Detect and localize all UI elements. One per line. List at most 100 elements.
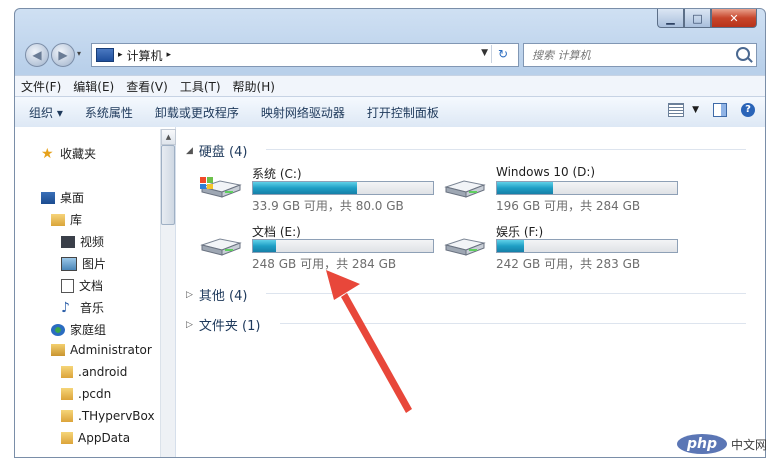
nav-folder-android[interactable]: .android (61, 365, 127, 379)
capacity-fill (253, 240, 277, 252)
forward-button[interactable]: ▶ (51, 43, 75, 67)
navigation-pane: ★ 收藏夹 桌面 库 视频 图片 文档 ♪ 音乐 家庭组 Administrat… (15, 127, 176, 457)
hard-drive-icon (442, 177, 488, 199)
forward-arrow-icon: ▶ (58, 48, 68, 62)
music-icon: ♪ (61, 299, 70, 316)
scrollbar-thumb[interactable] (161, 145, 175, 225)
command-bar: 组织 ▾ 系统属性 卸载或更改程序 映射网络驱动器 打开控制面板 ▼ ? (15, 96, 765, 128)
breadcrumb-separator-icon[interactable]: ▸ (167, 50, 172, 60)
nav-libraries[interactable]: 库 (51, 211, 82, 228)
nav-music[interactable]: ♪ 音乐 (61, 299, 104, 316)
title-bar[interactable]: ▁ □ ✕ (15, 9, 765, 39)
folder-icon (61, 366, 73, 378)
group-divider (266, 293, 746, 294)
maximize-button[interactable]: □ (684, 9, 711, 28)
capacity-bar (252, 181, 434, 195)
address-dropdown-icon[interactable]: ▼ (481, 48, 488, 58)
watermark-text: 中文网 (730, 437, 767, 452)
menu-view[interactable]: 查看(V) (126, 78, 168, 95)
capacity-fill (253, 182, 358, 194)
drive-c[interactable]: 系统 (C:) 33.9 GB 可用，共 80.0 GB (198, 165, 434, 215)
drive-f[interactable]: 娱乐 (F:) 242 GB 可用，共 283 GB (442, 223, 678, 273)
drive-name: Windows 10 (D:) (496, 165, 596, 179)
video-icon (61, 235, 75, 248)
star-icon: ★ (41, 145, 54, 162)
map-network-drive-button[interactable]: 映射网络驱动器 (261, 104, 345, 121)
preview-pane-icon[interactable] (713, 103, 727, 117)
address-bar[interactable]: ▸ 计算机 ▸ ▼ ↻ (91, 43, 519, 67)
drive-d[interactable]: Windows 10 (D:) 196 GB 可用，共 284 GB (442, 165, 678, 215)
group-hard-drives[interactable]: ◢ 硬盘 (4) (186, 141, 247, 160)
group-folders[interactable]: ▷ 文件夹 (1) (186, 315, 260, 334)
folder-icon (61, 432, 73, 444)
capacity-bar (496, 181, 678, 195)
system-drive-icon (198, 177, 244, 199)
folder-icon (61, 410, 73, 422)
view-dropdown-icon[interactable]: ▼ (692, 105, 699, 115)
nav-scrollbar[interactable]: ▲ (160, 129, 176, 457)
capacity-bar (252, 239, 434, 253)
address-row: ◀ ▶ ▾ ▸ 计算机 ▸ ▼ ↻ (15, 39, 765, 73)
expand-arrow-icon[interactable]: ▷ (186, 290, 193, 300)
capacity-fill (497, 182, 553, 194)
content-pane: ◢ 硬盘 (4) 系统 (C:) 33.9 GB 可用，共 80.0 GB Wi… (176, 127, 765, 457)
help-icon[interactable]: ? (741, 103, 755, 117)
scroll-up-icon[interactable]: ▲ (161, 129, 176, 145)
drive-name: 文档 (E:) (252, 225, 301, 239)
drive-free-space: 242 GB 可用，共 283 GB (496, 257, 641, 271)
nav-documents[interactable]: 文档 (61, 277, 103, 294)
capacity-bar (496, 239, 678, 253)
system-properties-button[interactable]: 系统属性 (85, 104, 133, 121)
document-icon (61, 278, 74, 293)
uninstall-program-button[interactable]: 卸载或更改程序 (155, 104, 239, 121)
homegroup-icon (51, 323, 65, 336)
nav-desktop[interactable]: 桌面 (41, 189, 84, 206)
capacity-fill (497, 240, 524, 252)
nav-folder-pcdn[interactable]: .pcdn (61, 387, 111, 401)
drive-e[interactable]: 文档 (E:) 248 GB 可用，共 284 GB (198, 223, 434, 273)
change-view-icon[interactable] (668, 103, 685, 117)
nav-user-folder[interactable]: Administrator (51, 343, 152, 357)
breadcrumb-separator-icon[interactable]: ▸ (118, 50, 123, 60)
minimize-button[interactable]: ▁ (657, 9, 684, 28)
library-icon (51, 213, 65, 226)
organize-button[interactable]: 组织 ▾ (29, 104, 63, 121)
search-icon[interactable] (736, 47, 750, 61)
drive-free-space: 33.9 GB 可用，共 80.0 GB (252, 199, 404, 213)
open-control-panel-button[interactable]: 打开控制面板 (367, 104, 439, 121)
menu-tools[interactable]: 工具(T) (180, 78, 221, 95)
php-logo: php (676, 434, 727, 454)
expand-arrow-icon[interactable]: ▷ (186, 320, 193, 330)
menu-bar: 文件(F) 编辑(E) 查看(V) 工具(T) 帮助(H) (15, 75, 765, 96)
recent-pages-dropdown-icon[interactable]: ▾ (77, 49, 81, 58)
nav-homegroup[interactable]: 家庭组 (51, 321, 106, 338)
explorer-window: ▁ □ ✕ ◀ ▶ ▾ ▸ 计算机 ▸ ▼ ↻ 文件(F) 编辑(E) 查看(V… (14, 8, 766, 458)
refresh-icon[interactable]: ↻ (491, 45, 514, 63)
picture-icon (61, 256, 77, 271)
group-divider (266, 149, 746, 150)
collapse-arrow-icon[interactable]: ◢ (186, 146, 193, 156)
folder-icon (61, 388, 73, 400)
nav-videos[interactable]: 视频 (61, 233, 104, 250)
search-box[interactable] (523, 43, 757, 67)
hard-drive-icon (442, 235, 488, 257)
nav-folder-appdata[interactable]: AppData (61, 431, 130, 445)
back-button[interactable]: ◀ (25, 43, 49, 67)
desktop-icon (41, 191, 55, 204)
drive-name: 娱乐 (F:) (496, 225, 544, 239)
menu-file[interactable]: 文件(F) (21, 78, 61, 95)
menu-edit[interactable]: 编辑(E) (73, 78, 114, 95)
nav-folder-thypervbox[interactable]: .THypervBox (61, 409, 155, 423)
hard-drive-icon (198, 235, 244, 257)
nav-pictures[interactable]: 图片 (61, 255, 106, 272)
user-folder-icon (51, 344, 65, 356)
breadcrumb-computer[interactable]: 计算机 (127, 47, 163, 64)
drive-free-space: 196 GB 可用，共 284 GB (496, 199, 641, 213)
group-other[interactable]: ▷ 其他 (4) (186, 285, 247, 304)
nav-favorites[interactable]: ★ 收藏夹 (41, 145, 96, 162)
search-input[interactable] (530, 47, 734, 63)
computer-icon (96, 48, 114, 62)
menu-help[interactable]: 帮助(H) (233, 78, 275, 95)
close-button[interactable]: ✕ (711, 9, 757, 28)
main-area: ★ 收藏夹 桌面 库 视频 图片 文档 ♪ 音乐 家庭组 Administrat… (15, 127, 765, 457)
